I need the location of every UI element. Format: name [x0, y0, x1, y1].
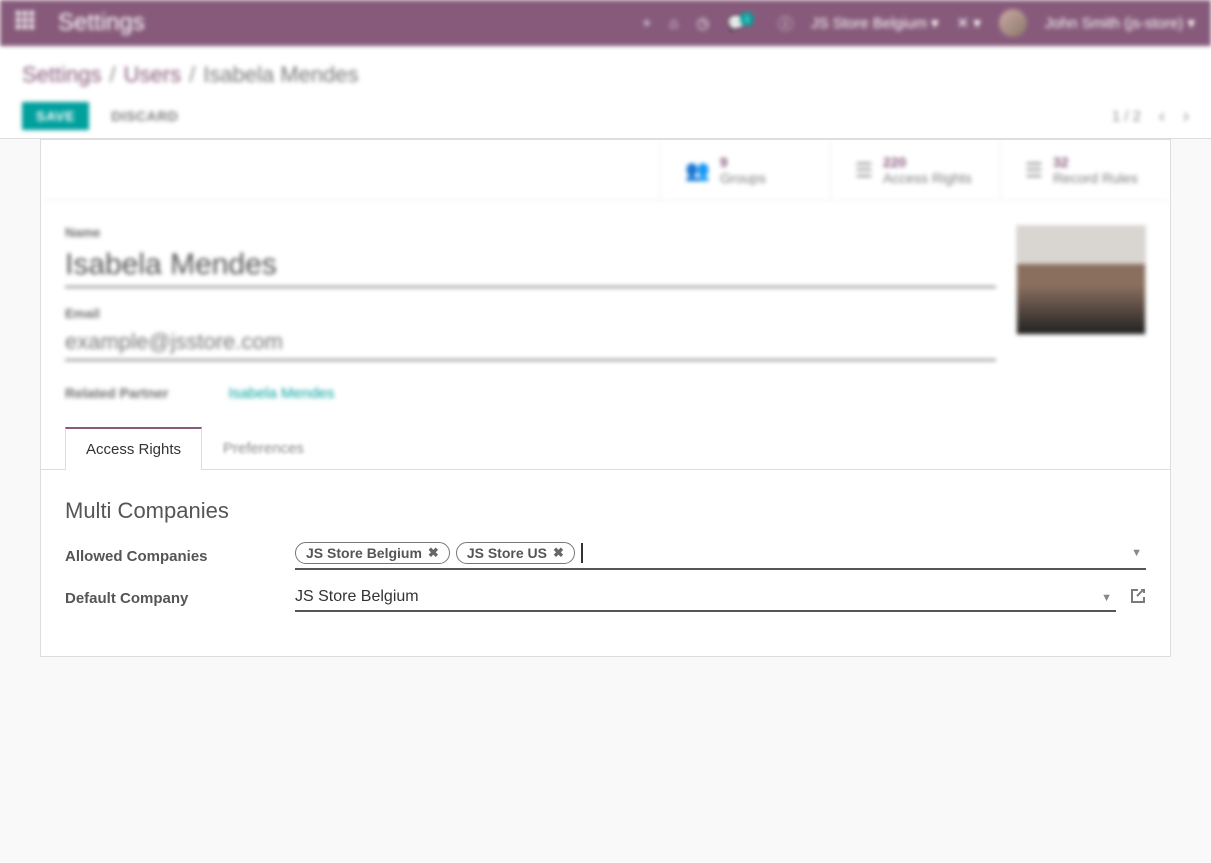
new-icon[interactable]: +: [642, 15, 651, 32]
allowed-companies-input[interactable]: JS Store Belgium ✖ JS Store US ✖ ▼: [295, 542, 1146, 570]
stat-bar: 👥 9 Groups ☰ 220 Access Rights ☰ 32 Reco…: [41, 140, 1170, 201]
stat-record-rules[interactable]: ☰ 32 Record Rules: [1000, 140, 1170, 200]
related-partner-link[interactable]: Isabela Mendes: [228, 385, 334, 402]
apps-icon[interactable]: [16, 11, 34, 35]
home-icon[interactable]: ⌂: [669, 15, 678, 32]
email-input[interactable]: [65, 325, 996, 361]
allowed-companies-label: Allowed Companies: [65, 548, 295, 565]
default-company-label: Default Company: [65, 590, 295, 607]
form-sheet: 👥 9 Groups ☰ 220 Access Rights ☰ 32 Reco…: [40, 139, 1171, 657]
chat-icon[interactable]: 💬1: [727, 14, 760, 32]
info-icon[interactable]: ⓘ: [778, 13, 793, 34]
breadcrumb: Settings / Users / Isabela Mendes: [22, 62, 1189, 88]
discard-button[interactable]: DISCARD: [97, 102, 192, 130]
external-link-icon[interactable]: [1130, 588, 1146, 608]
name-label: Name: [65, 225, 996, 240]
chat-badge: 1: [740, 12, 754, 26]
default-company-select[interactable]: [295, 584, 1116, 612]
stat-access-rights[interactable]: ☰ 220 Access Rights: [830, 140, 1000, 200]
pager-next-icon[interactable]: ›: [1183, 106, 1189, 127]
dropdown-caret-icon[interactable]: ▼: [1101, 592, 1112, 604]
pager-text: 1 / 2: [1112, 108, 1141, 125]
related-partner-label: Related Partner: [65, 385, 168, 402]
save-button[interactable]: SAVE: [22, 102, 89, 130]
remove-tag-icon[interactable]: ✖: [428, 545, 439, 561]
groups-icon: 👥: [685, 158, 710, 183]
breadcrumb-current: Isabela Mendes: [203, 62, 358, 88]
clock-icon[interactable]: ◷: [696, 14, 709, 32]
dropdown-caret-icon[interactable]: ▼: [1131, 547, 1142, 559]
tab-access-rights[interactable]: Access Rights: [65, 427, 202, 470]
breadcrumb-users[interactable]: Users: [124, 62, 181, 88]
topbar: Settings + ⌂ ◷ 💬1 ⓘ JS Store Belgium ▾ ✕…: [0, 0, 1211, 46]
section-multi-companies: Multi Companies: [65, 498, 1146, 524]
email-label: Email: [65, 306, 996, 321]
tabs: Access Rights Preferences: [41, 426, 1170, 470]
tag-js-store-belgium[interactable]: JS Store Belgium ✖: [295, 542, 450, 564]
company-switcher[interactable]: JS Store Belgium ▾: [811, 14, 939, 32]
name-input[interactable]: [65, 244, 996, 288]
list-icon: ☰: [1025, 158, 1043, 183]
avatar: [999, 9, 1027, 37]
user-photo[interactable]: [1016, 225, 1146, 335]
pager-prev-icon[interactable]: ‹: [1159, 106, 1165, 127]
tag-js-store-us[interactable]: JS Store US ✖: [456, 542, 575, 564]
sub-header: Settings / Users / Isabela Mendes SAVE D…: [0, 46, 1211, 139]
list-icon: ☰: [855, 158, 873, 183]
tab-preferences[interactable]: Preferences: [202, 427, 325, 470]
stat-groups[interactable]: 👥 9 Groups: [660, 140, 830, 200]
tools-icon[interactable]: ✕ ▾: [957, 14, 981, 32]
user-menu[interactable]: John Smith (js-store) ▾: [1045, 14, 1195, 32]
breadcrumb-settings[interactable]: Settings: [22, 62, 102, 88]
text-cursor: [581, 543, 583, 563]
remove-tag-icon[interactable]: ✖: [553, 545, 564, 561]
app-title[interactable]: Settings: [58, 9, 145, 37]
